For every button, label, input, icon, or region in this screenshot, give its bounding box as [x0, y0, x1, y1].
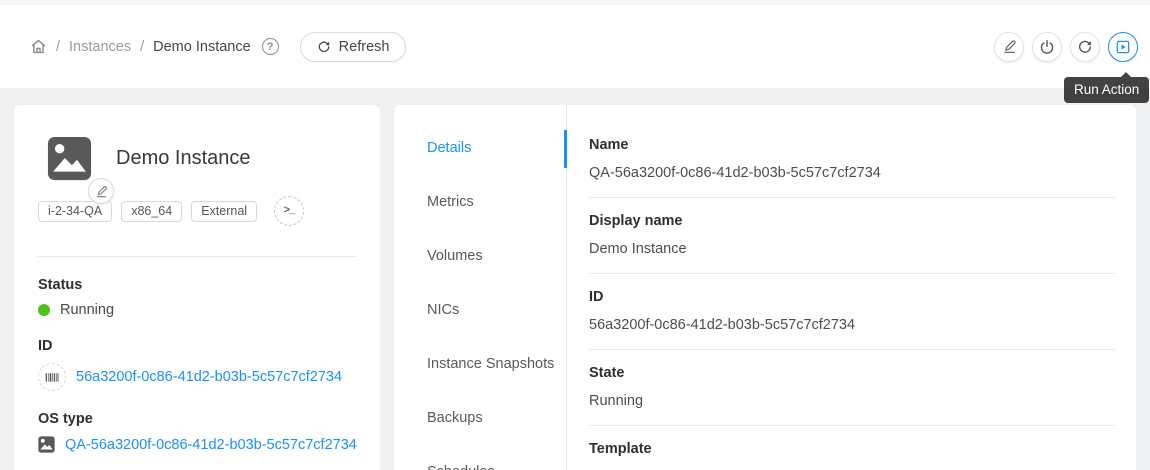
instance-image-icon — [47, 136, 92, 181]
os-type-link[interactable]: QA-56a3200f-0c86-41d2-b03b-5c57c7cf2734 — [65, 437, 357, 453]
refresh-button[interactable]: Refresh — [300, 32, 407, 62]
breadcrumb-item-instances[interactable]: Instances — [69, 39, 131, 55]
barcode-icon — [38, 363, 66, 391]
breadcrumb-separator: / — [140, 39, 144, 55]
page-header: / Instances / Demo Instance ? Refresh — [0, 5, 1150, 88]
detail-row-id: ID 56a3200f-0c86-41d2-b03b-5c57c7cf2734 — [589, 274, 1115, 350]
detail-value: 56a3200f-0c86-41d2-b03b-5c57c7cf2734 — [589, 315, 1115, 336]
active-tab-indicator — [564, 130, 567, 168]
main-content: Demo Instance i-2-34-QA x86_64 External … — [0, 88, 1150, 470]
help-icon[interactable]: ? — [262, 38, 279, 55]
tab-schedules[interactable]: Schedules — [394, 457, 566, 470]
console-button[interactable]: >_ — [274, 196, 304, 226]
detail-row-name: Name QA-56a3200f-0c86-41d2-b03b-5c57c7cf… — [589, 135, 1115, 198]
instance-tags: i-2-34-QA x86_64 External >_ — [38, 196, 356, 226]
detail-value: Running — [589, 391, 1115, 412]
edit-button[interactable] — [994, 32, 1024, 62]
detail-label: Name — [589, 135, 1115, 156]
card-divider — [37, 256, 357, 257]
tab-volumes[interactable]: Volumes — [394, 241, 566, 271]
reboot-icon-button[interactable] — [1070, 32, 1100, 62]
id-label: ID — [38, 338, 356, 354]
breadcrumb: / Instances / Demo Instance ? Refresh — [30, 32, 406, 62]
status-dot-icon — [38, 304, 50, 316]
status-label: Status — [38, 277, 356, 293]
instance-details-card: Details Metrics Volumes NICs Instance Sn… — [394, 105, 1136, 470]
instance-id-link[interactable]: 56a3200f-0c86-41d2-b03b-5c57c7cf2734 — [76, 369, 342, 385]
instance-title: Demo Instance — [116, 147, 251, 170]
instance-title-row: Demo Instance — [38, 136, 356, 181]
detail-row-display-name: Display name Demo Instance — [589, 198, 1115, 274]
os-image-icon — [38, 436, 55, 453]
run-action-tooltip: Run Action — [1064, 77, 1149, 103]
tab-backups[interactable]: Backups — [394, 403, 566, 433]
tab-instance-snapshots[interactable]: Instance Snapshots — [394, 349, 566, 379]
refresh-label: Refresh — [339, 39, 390, 55]
edit-icon-button[interactable] — [88, 178, 114, 204]
breadcrumb-item-current: Demo Instance — [153, 39, 251, 55]
os-type-label: OS type — [38, 411, 356, 427]
detail-value: Demo Instance — [589, 239, 1115, 260]
tab-nics[interactable]: NICs — [394, 295, 566, 325]
detail-label: ID — [589, 287, 1115, 308]
detail-label: Display name — [589, 211, 1115, 232]
instance-summary-card: Demo Instance i-2-34-QA x86_64 External … — [14, 105, 380, 470]
detail-label: Template — [589, 439, 1115, 460]
tag-architecture: x86_64 — [121, 201, 182, 222]
os-type-block: OS type QA-56a3200f-0c86-41d2-b03b-5c57c… — [38, 411, 356, 453]
status-block: Status Running — [38, 277, 356, 318]
details-pane: Name QA-56a3200f-0c86-41d2-b03b-5c57c7cf… — [567, 105, 1136, 470]
run-action-button[interactable] — [1108, 32, 1138, 62]
detail-row-state: State Running — [589, 350, 1115, 426]
home-icon[interactable] — [30, 38, 47, 55]
detail-row-template: Template DemoExtTemp-1 — [589, 426, 1115, 470]
status-value: Running — [60, 302, 114, 318]
power-stop-button[interactable] — [1032, 32, 1062, 62]
breadcrumb-separator: / — [56, 39, 60, 55]
detail-value: QA-56a3200f-0c86-41d2-b03b-5c57c7cf2734 — [589, 163, 1115, 184]
id-block: ID 56a3200f-0c — [38, 338, 356, 391]
details-tab-nav: Details Metrics Volumes NICs Instance Sn… — [394, 105, 567, 470]
header-action-buttons — [994, 32, 1138, 62]
tab-details[interactable]: Details — [394, 133, 566, 163]
detail-label: State — [589, 363, 1115, 384]
tag-hypervisor: External — [191, 201, 257, 222]
reload-icon — [317, 40, 331, 54]
tab-metrics[interactable]: Metrics — [394, 187, 566, 217]
